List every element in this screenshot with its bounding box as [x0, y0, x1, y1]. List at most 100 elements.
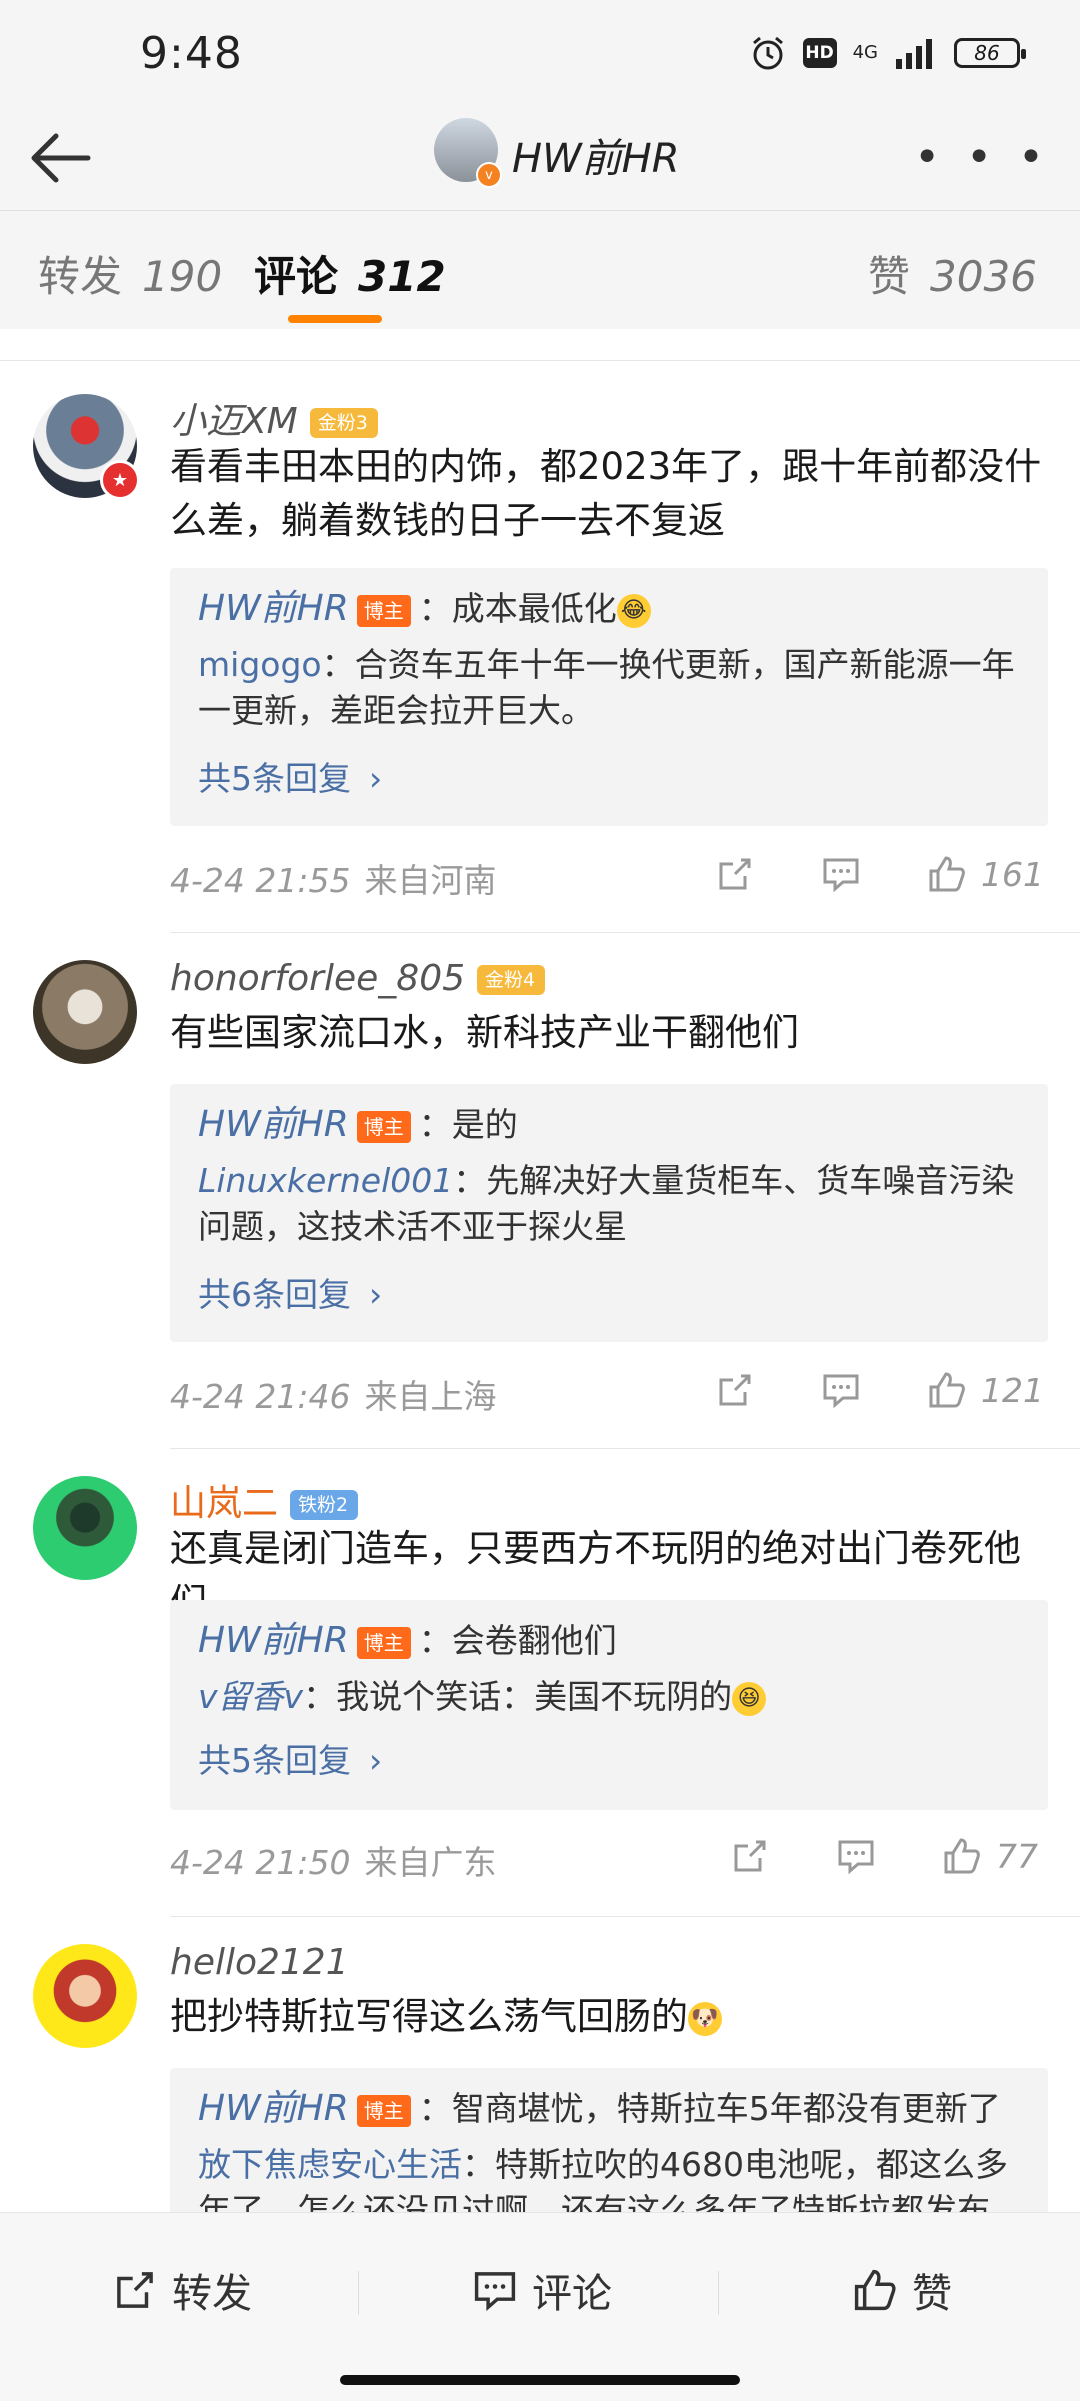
more-icon[interactable]: • • • [914, 132, 1050, 183]
laughing-emoji-icon: 😆 [732, 1681, 767, 1716]
reply-box[interactable]: HW前HR 博主 ：是的 Linuxkernel001：先解决好大量货柜车、货车噪音… [170, 1084, 1048, 1342]
comment-button[interactable]: 评论 [472, 2261, 612, 2319]
divider [170, 932, 1080, 933]
tab-count: 3036 [930, 252, 1037, 301]
view-replies-label: 共5条回复 [198, 759, 351, 798]
reply-text: ：我说个笑话：美国不玩阴的 [303, 1677, 733, 1716]
repost-button[interactable]: 转发 [112, 2261, 252, 2319]
tab-count: 190 [142, 252, 223, 301]
comment-username[interactable]: 小迈XM 金粉3 [170, 392, 378, 444]
like-button[interactable]: 赞 [852, 2261, 952, 2319]
divider [0, 330, 1080, 361]
view-replies-link[interactable]: 共5条回复 › [198, 752, 382, 800]
reply-text: ：智商堪忧，特斯拉车5年都没有更新了 [418, 2089, 1001, 2128]
fan-badge: 铁粉2 [290, 1490, 359, 1520]
comment-time: 4-24 21:50 [170, 1843, 351, 1882]
reply-line: Linuxkernel001：先解决好大量货柜车、货车噪音污染问题，这技术活不亚… [198, 1158, 1018, 1250]
bottom-action-bar: 转发 评论 赞 [0, 2212, 1080, 2401]
comment-meta: 4-24 21:50 来自广东 [170, 1836, 497, 1884]
page-title[interactable]: HW前HR [512, 126, 680, 184]
reply-author[interactable]: Linuxkernel001 [198, 1161, 453, 1200]
like-icon[interactable] [927, 854, 967, 894]
fan-badge: 金粉4 [477, 965, 546, 995]
comment-actions: 161 [649, 854, 1044, 894]
divider [718, 2271, 719, 2315]
alarm-icon [752, 36, 783, 70]
home-indicator[interactable] [340, 2375, 740, 2385]
battery-icon: 86 [954, 38, 1026, 68]
status-bar: 9:48 HD 4G 86 [0, 0, 1080, 110]
view-replies-link[interactable]: 共5条回复 › [198, 1734, 382, 1782]
member-badge-icon: ★ [100, 460, 140, 500]
reply-author[interactable]: 放下焦虑安心生活 [198, 2145, 462, 2184]
like-icon[interactable] [942, 1836, 982, 1876]
chevron-right-icon: › [369, 1275, 383, 1314]
reply-author[interactable]: HW前HR [198, 588, 349, 629]
comment-text: 看看丰田本田的内饰，都2023年了，跟十年前都没什么差，躺着数钱的日子一去不复返 [170, 445, 1042, 542]
network-label: 4G [852, 42, 878, 63]
status-icons: HD 4G 86 [749, 34, 1026, 72]
comment-time: 4-24 21:46 [170, 1377, 351, 1416]
comment-source: 来自广东 [364, 1843, 497, 1882]
tab-comments[interactable]: 评论 312 [254, 243, 446, 304]
chevron-right-icon: › [369, 759, 383, 798]
tab-likes[interactable]: 赞 3036 [868, 243, 1037, 304]
avatar[interactable] [33, 1476, 137, 1580]
blogger-tag: 博主 [356, 1626, 411, 1659]
tab-label: 评论 [254, 252, 339, 301]
view-replies-label: 共5条回复 [198, 1741, 351, 1780]
comment-username[interactable]: 山岚二 铁粉2 [170, 1474, 359, 1526]
reply-author[interactable]: HW前HR [198, 1620, 349, 1661]
like-count: 161 [981, 854, 1044, 894]
tab-bar: 转发 190 评论 312 赞 3036 [0, 211, 1080, 329]
like-count: 77 [996, 1836, 1038, 1876]
username-text: 小迈XM [170, 401, 298, 442]
comment-feed[interactable]: ★ 小迈XM 金粉3 看看丰田本田的内饰，都2023年了，跟十年前都没什么差，躺着… [0, 330, 1080, 2212]
divider [358, 2271, 359, 2315]
reply-author[interactable]: HW前HR [198, 1104, 349, 1145]
reply-line: HW前HR 博主 ：会卷翻他们 [198, 1618, 1018, 1664]
back-arrow-icon[interactable] [26, 128, 96, 188]
like-icon [854, 2269, 896, 2311]
reply-box[interactable]: HW前HR 博主 ：智商堪忧，特斯拉车5年都没有更新了 放下焦虑安心生活：特斯拉吹的… [170, 2068, 1048, 2212]
verified-icon: v [476, 162, 502, 188]
avatar[interactable] [33, 1944, 137, 2048]
view-replies-link[interactable]: 共6条回复 › [198, 1268, 382, 1316]
status-time: 9:48 [140, 28, 243, 79]
comment-source: 来自上海 [364, 1377, 497, 1416]
reply-text: ：是的 [418, 1105, 518, 1144]
comment-text: 把抄特斯拉写得这么荡气回肠的 🐶 [170, 1990, 1050, 2044]
like-icon[interactable] [927, 1370, 967, 1410]
blogger-tag: 博主 [356, 594, 411, 627]
comment-actions: 77 [664, 1836, 1044, 1876]
reply-author[interactable]: v留香v [198, 1677, 303, 1716]
signal-icon [896, 39, 932, 69]
reply-author[interactable]: migogo [198, 645, 322, 684]
comment-meta: 4-24 21:55 来自河南 [170, 854, 497, 902]
comment-time: 4-24 21:55 [170, 861, 351, 900]
reply-box[interactable]: HW前HR 博主 ：成本最低化 😂 migogo：合资车五年十年一换代更新，国产新能源… [170, 568, 1048, 826]
share-icon[interactable] [730, 1836, 770, 1876]
avatar[interactable] [33, 960, 137, 1064]
tab-label: 转发 [38, 252, 123, 301]
comment-actions: 121 [649, 1370, 1044, 1410]
comment-icon[interactable] [836, 1836, 876, 1876]
comment-label: 评论 [532, 2271, 612, 2317]
reply-line: HW前HR 博主 ：是的 [198, 1102, 1018, 1148]
share-icon[interactable] [715, 854, 755, 894]
comment-meta: 4-24 21:46 来自上海 [170, 1370, 497, 1418]
username-text: hello2121 [170, 1942, 349, 1983]
comment-icon[interactable] [821, 1370, 861, 1410]
comment-icon[interactable] [821, 854, 861, 894]
comment-username[interactable]: honorforlee_805 金粉4 [170, 958, 546, 999]
comment-username[interactable]: hello2121 [170, 1942, 349, 1983]
reply-author[interactable]: HW前HR [198, 2088, 349, 2129]
doge-emoji-icon: 🐶 [688, 2001, 722, 2036]
like-label: 赞 [912, 2271, 952, 2317]
share-icon[interactable] [715, 1370, 755, 1410]
like-count: 121 [981, 1370, 1044, 1410]
reply-box[interactable]: HW前HR 博主 ：会卷翻他们 v留香v：我说个笑话：美国不玩阴的 😆 共5条回复 › [170, 1600, 1048, 1810]
reply-line: migogo：合资车五年十年一换代更新，国产新能源一年一更新，差距会拉开巨大。 [198, 642, 1018, 734]
tab-count: 312 [358, 252, 446, 301]
tab-repost[interactable]: 转发 190 [38, 243, 222, 304]
